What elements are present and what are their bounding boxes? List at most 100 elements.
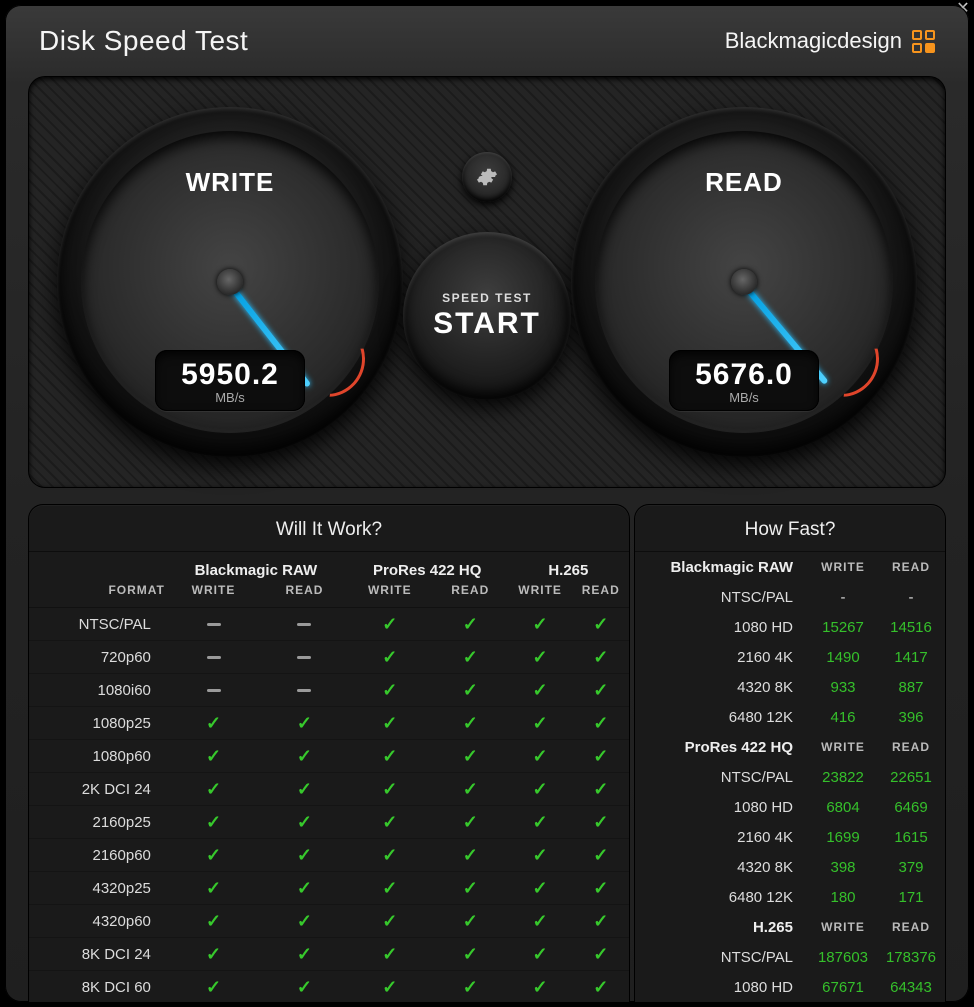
- check-icon: ✓: [297, 944, 312, 964]
- format-label: 6480 12K: [635, 882, 809, 912]
- check-cell: ✓: [508, 608, 573, 641]
- check-icon: ✓: [463, 878, 478, 898]
- read-value: 5676.0: [669, 358, 819, 392]
- check-icon: ✓: [533, 944, 548, 964]
- dash-icon: [297, 689, 311, 692]
- read-fps: 396: [898, 709, 923, 726]
- check-cell: ✓: [262, 839, 347, 872]
- check-cell: ✓: [573, 608, 629, 641]
- check-icon: ✓: [382, 680, 397, 700]
- check-cell: ✓: [347, 674, 433, 707]
- settings-button[interactable]: [462, 152, 512, 202]
- check-icon: ✓: [593, 647, 608, 667]
- check-cell: ✓: [573, 773, 629, 806]
- format-label: 1080 HD: [635, 612, 809, 642]
- check-icon: ✓: [382, 911, 397, 931]
- check-icon: ✓: [463, 746, 478, 766]
- format-label: 2160p60: [29, 839, 165, 872]
- check-icon: ✓: [297, 878, 312, 898]
- check-icon: ✓: [382, 647, 397, 667]
- col-header: READ: [262, 581, 347, 608]
- dash-value: -: [841, 589, 846, 606]
- check-icon: ✓: [463, 680, 478, 700]
- check-cell: ✓: [165, 971, 262, 1003]
- table-row: NTSC/PAL2382222651: [635, 762, 945, 792]
- check-cell: ✓: [573, 707, 629, 740]
- read-fps: 1417: [894, 649, 927, 666]
- check-icon: ✓: [206, 779, 221, 799]
- check-cell: ✓: [508, 971, 573, 1003]
- check-icon: ✓: [297, 779, 312, 799]
- gauge-hub: [217, 269, 243, 295]
- gauge-panel: WRITE 5950.2 MB/s SPEED TEST START READ: [29, 77, 945, 487]
- table-row: 1080 HD6767164343: [635, 972, 945, 1002]
- check-cell: ✓: [262, 773, 347, 806]
- check-icon: ✓: [382, 878, 397, 898]
- col-header: WRITE: [347, 581, 433, 608]
- check-cell: ✓: [573, 872, 629, 905]
- check-cell: ✓: [433, 641, 508, 674]
- check-cell: ✓: [573, 740, 629, 773]
- check-cell: ✓: [165, 707, 262, 740]
- read-fps: 887: [898, 679, 923, 696]
- table-row: 1080 HD1526714516: [635, 612, 945, 642]
- write-readout: 5950.2 MB/s: [155, 350, 305, 411]
- check-cell: ✓: [433, 707, 508, 740]
- codec-section-header: H.265WRITEREAD: [635, 912, 945, 942]
- check-icon: ✓: [206, 746, 221, 766]
- check-icon: ✓: [533, 845, 548, 865]
- format-label: NTSC/PAL: [635, 762, 809, 792]
- table-row: 720p60✓✓✓✓: [29, 641, 629, 674]
- check-icon: ✓: [382, 614, 397, 634]
- read-unit: MB/s: [669, 390, 819, 405]
- codec-header: ProRes 422 HQ: [347, 552, 508, 581]
- check-cell: ✓: [433, 905, 508, 938]
- table-row: NTSC/PAL✓✓✓✓: [29, 608, 629, 641]
- check-cell: ✓: [573, 971, 629, 1003]
- check-cell: ✓: [262, 938, 347, 971]
- check-cell: ✓: [433, 938, 508, 971]
- col-header: READ: [877, 912, 945, 942]
- col-header: READ: [573, 581, 629, 608]
- check-cell: ✓: [508, 674, 573, 707]
- col-header: READ: [877, 552, 945, 582]
- write-fps: 23822: [822, 769, 864, 786]
- check-cell: ✓: [433, 674, 508, 707]
- check-icon: ✓: [297, 713, 312, 733]
- check-cell: ✓: [573, 938, 629, 971]
- gear-icon: [476, 166, 498, 188]
- write-fps: 1699: [826, 829, 859, 846]
- check-icon: ✓: [533, 779, 548, 799]
- check-cell: ✓: [262, 806, 347, 839]
- check-cell: ✓: [508, 872, 573, 905]
- format-label: 4320p25: [29, 872, 165, 905]
- check-icon: ✓: [533, 746, 548, 766]
- check-cell: ✓: [573, 839, 629, 872]
- check-cell: ✓: [433, 806, 508, 839]
- check-cell: ✓: [262, 905, 347, 938]
- check-cell: ✓: [433, 608, 508, 641]
- check-cell: ✓: [347, 839, 433, 872]
- format-label: 1080p25: [29, 707, 165, 740]
- will-it-work-table: Blackmagic RAWProRes 422 HQH.265FORMATWR…: [29, 552, 629, 1002]
- table-row: NTSC/PAL--: [635, 582, 945, 612]
- format-label: 720p60: [29, 641, 165, 674]
- check-icon: ✓: [533, 977, 548, 997]
- write-fps: 15267: [822, 619, 864, 636]
- format-label: 8K DCI 60: [29, 971, 165, 1003]
- table-row: NTSC/PAL187603178376: [635, 942, 945, 972]
- check-cell: ✓: [347, 905, 433, 938]
- check-cell: ✓: [508, 641, 573, 674]
- check-icon: ✓: [593, 614, 608, 634]
- check-icon: ✓: [206, 878, 221, 898]
- check-icon: ✓: [593, 746, 608, 766]
- table-row: 1080p60✓✓✓✓✓✓: [29, 740, 629, 773]
- table-row: 2160p60✓✓✓✓✓✓: [29, 839, 629, 872]
- check-cell: ✓: [508, 938, 573, 971]
- table-row: 1080 HD68046469: [635, 792, 945, 822]
- check-cell: ✓: [573, 905, 629, 938]
- write-gauge: WRITE 5950.2 MB/s: [57, 107, 403, 457]
- start-button[interactable]: SPEED TEST START: [403, 232, 571, 400]
- app-title: Disk Speed Test: [39, 25, 248, 57]
- check-icon: ✓: [297, 845, 312, 865]
